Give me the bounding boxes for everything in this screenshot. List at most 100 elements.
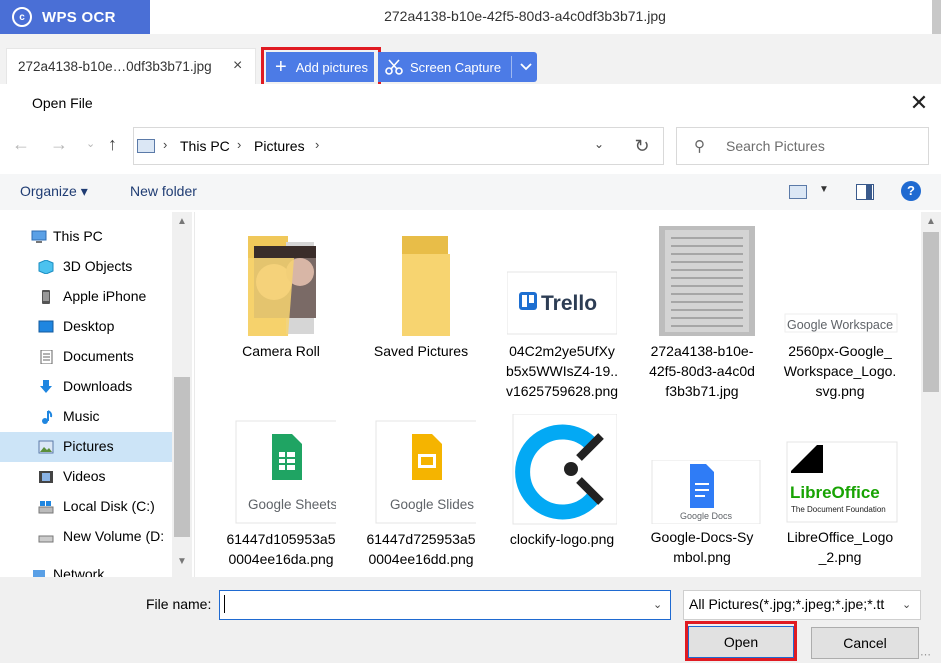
sidebar-item-label: Music bbox=[63, 408, 100, 424]
scroll-up-icon[interactable]: ▲ bbox=[177, 216, 187, 227]
sidebar-item-apple-iphone[interactable]: Apple iPhone bbox=[0, 282, 172, 312]
file-item-saved-pictures[interactable]: Saved Pictures bbox=[355, 228, 487, 361]
file-name-dropdown-icon[interactable]: ⌄ bbox=[653, 598, 662, 611]
files-scrollbar[interactable]: ▲ bbox=[921, 212, 941, 577]
scroll-thumb[interactable] bbox=[923, 232, 939, 392]
nav-scrollbar[interactable]: ▲ ▼ bbox=[172, 212, 192, 577]
file-name: 61447d725953a5 bbox=[366, 531, 476, 547]
folder-icon bbox=[248, 236, 316, 336]
sidebar-item-downloads[interactable]: Downloads bbox=[0, 372, 172, 402]
search-placeholder[interactable]: Search Pictures bbox=[726, 138, 825, 154]
file-name: mbol.png bbox=[673, 549, 731, 565]
libreoffice-logo-subtitle: The Document Foundation bbox=[791, 505, 886, 514]
sidebar-item-label: Downloads bbox=[63, 378, 133, 394]
desktop-icon bbox=[38, 320, 54, 333]
sidebar-item-pictures[interactable]: Pictures bbox=[0, 432, 172, 462]
file-item-camera-roll[interactable]: Camera Roll bbox=[215, 228, 347, 361]
screen-capture-label: Screen Capture bbox=[410, 59, 502, 75]
file-name: LibreOffice_Logo bbox=[786, 529, 894, 545]
sidebar-item-label: Documents bbox=[63, 348, 134, 364]
file-item-scan-jpg[interactable]: 272a4138-b10e- 42f5-80d3-a4c0d f3b3b71.j… bbox=[636, 224, 768, 401]
file-item-libreoffice[interactable]: LibreOffice The Document Foundation Libr… bbox=[774, 440, 906, 567]
sidebar-item-label: Network bbox=[53, 566, 105, 577]
file-name: b5x5WWIsZ4-19.. bbox=[505, 363, 619, 379]
document-scan-icon bbox=[659, 226, 755, 336]
file-item-google-docs[interactable]: Google Docs Google-Docs-Sy mbol.png bbox=[636, 459, 768, 567]
phone-icon bbox=[42, 290, 50, 304]
file-name: f3b3b71.jpg bbox=[665, 383, 739, 399]
change-view-icon[interactable] bbox=[789, 185, 807, 199]
file-name: 272a4138-b10e- bbox=[650, 343, 754, 359]
file-item-google-sheets[interactable]: Google Sheets 61447d105953a5 0004ee16da.… bbox=[215, 418, 347, 569]
trello-logo-icon: Trello bbox=[506, 271, 618, 335]
view-dropdown-icon[interactable]: ▼ bbox=[819, 184, 829, 195]
close-tab-icon[interactable]: × bbox=[233, 57, 242, 75]
clockify-logo-icon bbox=[512, 413, 618, 525]
file-item-google-slides[interactable]: Google Slides 61447d725953a5 0004ee16dd.… bbox=[355, 418, 487, 569]
preview-pane-icon[interactable] bbox=[856, 184, 874, 200]
file-item-clockify[interactable]: clockify-logo.png bbox=[496, 413, 628, 549]
sidebar-item-videos[interactable]: Videos bbox=[0, 462, 172, 492]
google-docs-logo-text: Google Docs bbox=[680, 511, 733, 521]
sidebar-item-new-volume[interactable]: New Volume (D: bbox=[0, 522, 172, 552]
up-arrow-icon[interactable]: ↑ bbox=[108, 134, 117, 155]
scissors-icon bbox=[385, 59, 403, 75]
file-item-trello[interactable]: Trello 04C2m2ye5UfXy b5x5WWIsZ4-19.. v16… bbox=[496, 228, 628, 401]
sidebar-item-this-pc[interactable]: This PC bbox=[0, 222, 172, 252]
back-arrow-icon[interactable]: ← bbox=[12, 134, 30, 155]
sidebar-item-label: 3D Objects bbox=[63, 258, 133, 274]
sidebar-item-label: Pictures bbox=[63, 438, 114, 454]
wps-brand: c WPS OCR bbox=[0, 0, 150, 34]
close-icon[interactable]: ✕ bbox=[906, 90, 932, 116]
resize-grip-icon[interactable]: ⋯ bbox=[920, 648, 931, 661]
breadcrumb-chevron-icon[interactable]: › bbox=[163, 137, 167, 152]
breadcrumb-chevron-icon[interactable]: › bbox=[315, 137, 319, 152]
scroll-up-icon[interactable]: ▲ bbox=[926, 216, 936, 227]
sidebar-item-label: New Volume (D: bbox=[63, 528, 165, 544]
help-icon[interactable]: ? bbox=[901, 181, 921, 201]
scroll-down-icon[interactable]: ▼ bbox=[177, 556, 187, 567]
sidebar-item-documents[interactable]: Documents bbox=[0, 342, 172, 372]
sidebar-item-label: Apple iPhone bbox=[63, 288, 147, 304]
pictures-icon bbox=[38, 440, 54, 454]
trello-logo-text: Trello bbox=[541, 292, 597, 315]
address-dropdown-icon[interactable]: ⌄ bbox=[594, 137, 604, 151]
computer-icon bbox=[31, 230, 47, 243]
breadcrumb-chevron-icon[interactable]: › bbox=[237, 137, 241, 152]
file-name: Saved Pictures bbox=[373, 343, 469, 359]
chevron-down-icon[interactable]: ⌄ bbox=[902, 598, 911, 611]
screen-capture-button[interactable]: Screen Capture bbox=[378, 52, 537, 82]
wps-brand-title: WPS OCR bbox=[42, 8, 116, 26]
file-name: clockify-logo.png bbox=[509, 531, 615, 547]
file-type-selected[interactable]: All Pictures(*.jpg;*.jpeg;*.jpe;*.tt bbox=[689, 596, 897, 612]
wps-logo-icon: c bbox=[12, 7, 32, 27]
forward-arrow-icon[interactable]: → bbox=[50, 134, 68, 155]
google-sheets-logo-icon: Google Sheets bbox=[235, 420, 345, 524]
new-folder-button[interactable]: New folder bbox=[130, 183, 197, 199]
download-icon bbox=[40, 380, 52, 393]
sidebar-item-local-disk[interactable]: Local Disk (C:) bbox=[0, 492, 172, 522]
split-divider bbox=[511, 56, 513, 78]
sidebar-item-network[interactable]: Network bbox=[0, 560, 172, 577]
sidebar-item-music[interactable]: Music bbox=[0, 402, 172, 432]
organize-button[interactable]: Organize ▾ bbox=[20, 183, 88, 200]
cancel-button[interactable]: Cancel bbox=[811, 627, 919, 659]
wps-right-edge bbox=[932, 0, 941, 34]
file-name: v1625759628.png bbox=[505, 383, 619, 399]
libreoffice-logo-icon: LibreOffice The Document Foundation bbox=[786, 441, 898, 523]
refresh-icon[interactable]: ↻ bbox=[621, 127, 664, 165]
file-name: svg.png bbox=[815, 383, 865, 399]
sidebar-item-desktop[interactable]: Desktop bbox=[0, 312, 172, 342]
recent-dropdown-icon[interactable]: ⌄ bbox=[86, 137, 95, 150]
file-name: 2560px-Google_ bbox=[788, 343, 892, 359]
sidebar-item-3d-objects[interactable]: 3D Objects bbox=[0, 252, 172, 282]
scroll-thumb[interactable] bbox=[174, 377, 190, 537]
file-item-google-workspace[interactable]: Google Workspace 2560px-Google_ Workspac… bbox=[774, 228, 906, 401]
file-name-input[interactable] bbox=[219, 590, 671, 620]
breadcrumb-pictures[interactable]: Pictures bbox=[254, 138, 305, 154]
document-tab-label[interactable]: 272a4138-b10e…0df3b3b71.jpg bbox=[18, 59, 212, 74]
breadcrumb-this-pc[interactable]: This PC bbox=[180, 138, 230, 154]
chevron-down-icon[interactable] bbox=[519, 62, 533, 72]
network-icon bbox=[33, 570, 45, 577]
drive-icon bbox=[38, 535, 54, 543]
